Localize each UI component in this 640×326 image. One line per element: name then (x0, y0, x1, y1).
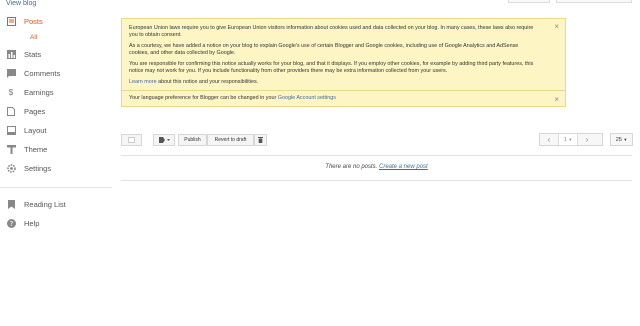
chevron-left-icon[interactable]: ‹ (540, 134, 558, 145)
page-select[interactable]: 1 ▼ (558, 134, 578, 145)
label-dropdown-button[interactable] (153, 134, 175, 146)
list-divider (121, 180, 632, 181)
sidebar-item-reading-list[interactable]: Reading List (6, 197, 66, 211)
sidebar-item-stats[interactable]: Stats (6, 47, 41, 61)
bookmark-icon (6, 199, 16, 209)
learn-more-link[interactable]: Learn more (129, 79, 157, 85)
sidebar-item-layout[interactable]: Layout (6, 123, 47, 137)
gear-icon (6, 163, 16, 173)
sidebar-divider (0, 187, 112, 188)
dollar-icon: $ (8, 87, 14, 97)
sidebar-item-help[interactable]: ? Help (6, 216, 39, 230)
learn-more-rest: about this notice and your responsibilit… (156, 79, 259, 85)
per-page-select[interactable]: 25 ▼ (610, 133, 633, 146)
create-new-post-link[interactable]: Create a new post (379, 164, 428, 170)
sidebar-item-label: Layout (24, 125, 47, 135)
revert-to-draft-button[interactable]: Revert to draft (207, 134, 254, 146)
sidebar-item-label: Pages (24, 106, 46, 116)
sidebar-item-label: Stats (24, 49, 42, 59)
empty-text: There are no posts. (325, 164, 379, 170)
stats-icon (6, 49, 16, 59)
sidebar-item-comments[interactable]: Comments (6, 66, 60, 80)
posts-icon (6, 16, 16, 26)
notice-paragraph: You are responsible for confirming this … (129, 61, 534, 74)
select-all-checkbox[interactable] (121, 134, 142, 146)
sidebar-subitem-all[interactable]: All (30, 34, 37, 41)
notice-paragraph: European Union laws require you to give … (129, 25, 534, 38)
notice-paragraph: As a courtesy, we have added a notice on… (129, 43, 519, 56)
svg-text:?: ? (9, 220, 13, 228)
publish-button[interactable]: Publish (178, 134, 207, 146)
sidebar-item-pages[interactable]: Pages (6, 104, 45, 118)
language-notice-text: Your language preference for Blogger can… (129, 95, 278, 101)
checkbox-icon (128, 137, 135, 143)
list-divider (121, 155, 632, 156)
view-blog-link[interactable]: View blog (6, 0, 36, 7)
cookie-notice: × European Union laws require you to giv… (121, 18, 566, 107)
sidebar-item-label: Earnings (24, 87, 54, 97)
blogger-dashboard: View blog Posts All Stats Comments $ Ear… (0, 0, 640, 326)
google-account-settings-link[interactable]: Google Account settings (278, 95, 336, 101)
chevron-right-icon[interactable]: › (578, 134, 596, 145)
chevron-down-icon: ▼ (623, 137, 628, 142)
layout-icon (6, 125, 16, 135)
empty-state: There are no posts. Create a new post (121, 164, 632, 170)
sidebar-item-label: Settings (24, 163, 52, 173)
sidebar-item-earnings[interactable]: $ Earnings (6, 85, 54, 99)
chevron-down-icon: ▼ (568, 137, 573, 142)
close-icon[interactable]: × (554, 23, 559, 31)
delete-button[interactable] (254, 134, 267, 146)
page-icon (6, 106, 16, 116)
sidebar-item-label: Theme (24, 144, 48, 154)
close-icon[interactable]: × (554, 96, 559, 104)
notice-learn-more: Learn more about this notice and your re… (129, 79, 537, 86)
per-page-value: 25 (615, 136, 622, 143)
theme-icon (6, 144, 16, 154)
sidebar-item-label: Help (24, 218, 40, 228)
sidebar-item-posts[interactable]: Posts (6, 14, 43, 28)
page-value: 1 (563, 136, 567, 143)
sidebar-item-settings[interactable]: Settings (6, 161, 51, 175)
top-button-stub[interactable] (508, 0, 550, 3)
top-button-stub-2[interactable] (556, 0, 632, 3)
comment-icon (6, 68, 16, 78)
sidebar-item-label: Posts (24, 16, 43, 26)
sidebar-item-label: Comments (24, 68, 61, 78)
label-icon (158, 137, 170, 143)
pagination: ‹ 1 ▼ › (539, 133, 603, 146)
help-icon: ? (6, 218, 16, 228)
trash-icon (258, 137, 263, 143)
language-notice: Your language preference for Blogger can… (122, 90, 565, 106)
sidebar-item-label: Reading List (24, 199, 66, 209)
sidebar-item-theme[interactable]: Theme (6, 142, 47, 156)
